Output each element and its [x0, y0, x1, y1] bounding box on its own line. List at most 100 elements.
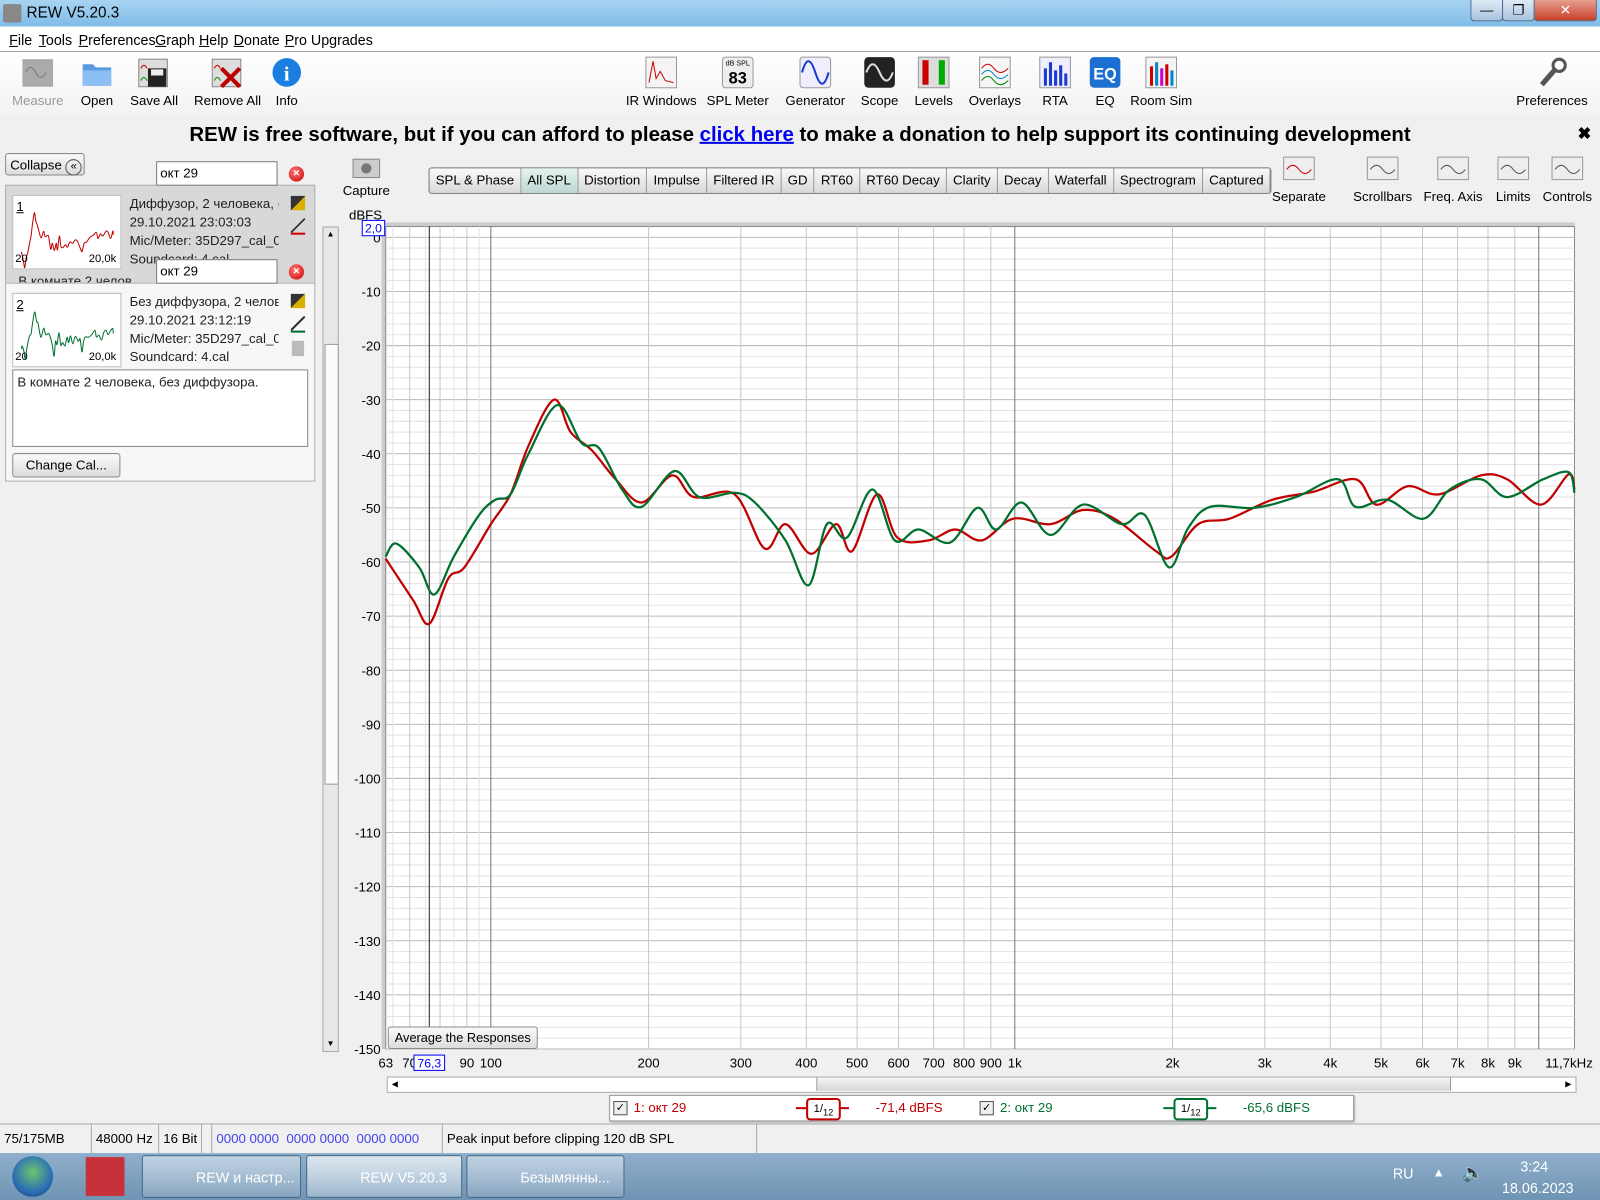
x-tick-label: 9k	[1508, 1055, 1522, 1070]
tab-clarity[interactable]: Clarity	[947, 168, 998, 193]
collapse-button[interactable]: Collapse «	[5, 153, 85, 176]
camera-icon	[352, 158, 381, 179]
save-measurement-1-icon[interactable]	[290, 195, 306, 211]
tab-rt60-decay[interactable]: RT60 Decay	[860, 168, 947, 193]
donate-link[interactable]: click here	[700, 123, 794, 145]
remove-measurement-2-icon[interactable]: ×	[288, 264, 305, 280]
y-tick-label: -10	[361, 285, 380, 300]
scroll-left-icon[interactable]: ◀	[388, 1078, 402, 1092]
eq-icon: EQ	[1089, 57, 1121, 88]
scroll-down-icon[interactable]: ▼	[323, 1037, 337, 1051]
close-button[interactable]: ✕	[1533, 0, 1597, 22]
tray-expand-icon[interactable]: ▲	[1433, 1165, 1445, 1179]
edit-color-1-icon[interactable]	[290, 218, 306, 235]
y-tick-label: -150	[354, 1042, 381, 1057]
measurement-1-date: 29.10.2021 23:03:03	[129, 214, 252, 230]
info-icon: i	[272, 58, 302, 87]
x-tick-label: 2k	[1166, 1055, 1180, 1070]
banner-close-icon[interactable]: ✖	[1578, 119, 1592, 150]
x-tick-label: 200	[638, 1055, 660, 1070]
taskbar-item-rew[interactable]: REW V5.20.3	[306, 1155, 463, 1198]
maximize-button[interactable]: ❐	[1502, 0, 1535, 22]
overlays-icon	[979, 56, 1011, 89]
tab-filtered-ir[interactable]: Filtered IR	[707, 168, 782, 193]
change-cal-button[interactable]: Change Cal...	[12, 453, 121, 478]
tab-all-spl[interactable]: All SPL	[521, 168, 579, 193]
tab-impulse[interactable]: Impulse	[647, 168, 708, 193]
legend-1-checkbox[interactable]: ✓	[613, 1101, 628, 1116]
scrollbar-thumb[interactable]	[324, 343, 339, 785]
panel-scrollbar[interactable]: ▲ ▼	[322, 226, 339, 1053]
volume-icon[interactable]: 🔈	[1462, 1163, 1484, 1183]
measurement-2-notes-textarea[interactable]: В комнате 2 человека, без диффузора.	[12, 369, 309, 447]
save-all-button[interactable]: Save All	[113, 56, 195, 108]
measurement-1-name-input[interactable]: окт 29	[156, 161, 278, 186]
clock-time[interactable]: 3:24	[1520, 1158, 1548, 1174]
save-measurement-2-icon[interactable]	[290, 293, 306, 309]
spl-graph[interactable]: 0-10-20-30-40-50-60-70-80-90-100-110-120…	[347, 209, 1600, 1076]
edit-color-2-icon[interactable]	[290, 316, 306, 333]
graph-h-scrollbar[interactable]: ◀ ▶	[386, 1076, 1577, 1093]
measurement-2-soundcard: Soundcard: 4.cal	[129, 348, 230, 365]
minimize-button[interactable]: —	[1470, 0, 1504, 22]
menu-tools[interactable]: Tools	[39, 32, 72, 48]
info-button[interactable]: i Info	[246, 56, 328, 108]
average-responses-button[interactable]: Average the Responses	[387, 1026, 538, 1049]
menu-graph[interactable]: Graph	[155, 32, 195, 48]
preferences-button[interactable]: Preferences	[1511, 56, 1593, 108]
svg-text:i: i	[284, 64, 290, 86]
measurement-2-date: 29.10.2021 23:12:19	[129, 312, 252, 328]
y-tick-label: -140	[354, 988, 381, 1003]
menu-donate[interactable]: Donate	[234, 32, 280, 48]
measurement-card-2[interactable]: 2 20 20,0k Без диффузора, 2 челов 29.10.20…	[5, 282, 316, 482]
tab-rt60[interactable]: RT60	[815, 168, 861, 193]
remove-measurement-1-icon[interactable]: ×	[288, 166, 305, 182]
scope-icon	[864, 57, 895, 88]
legend-2-checkbox[interactable]: ✓	[979, 1101, 994, 1116]
separate-button[interactable]: Separate	[1258, 155, 1340, 204]
sample-rate-status: 48000 Hz	[92, 1124, 160, 1154]
capture-button[interactable]: Capture	[342, 155, 391, 198]
tab-decay[interactable]: Decay	[998, 168, 1049, 193]
pinned-app-icon[interactable]	[85, 1157, 125, 1196]
input-levels-status: 0000 0000 0000 0000 0000 0000	[212, 1124, 443, 1154]
save-all-icon	[138, 58, 168, 88]
start-button[interactable]	[12, 1156, 54, 1197]
room-sim-button[interactable]: Room Sim	[1120, 56, 1202, 108]
measure-icon	[22, 59, 54, 87]
taskbar-item-explorer[interactable]: REW и настр...	[141, 1155, 302, 1198]
ir-windows-button[interactable]: IR Windows	[620, 56, 702, 108]
menu-preferences[interactable]: Preferences	[79, 32, 156, 48]
x-tick-label: 300	[730, 1055, 752, 1070]
tab-waterfall[interactable]: Waterfall	[1049, 168, 1114, 193]
language-indicator[interactable]: RU	[1393, 1165, 1414, 1181]
scroll-right-icon[interactable]: ▶	[1561, 1078, 1575, 1092]
legend-2-smoothing[interactable]: 1/12	[1173, 1097, 1209, 1121]
tab-spectrogram[interactable]: Spectrogram	[1114, 168, 1203, 193]
bit-depth-status: 16 Bit	[159, 1124, 203, 1154]
clock-date[interactable]: 18.06.2023	[1502, 1180, 1574, 1196]
menu-pro-upgrades[interactable]: Pro Upgrades	[285, 32, 373, 48]
y-tick-label: -110	[355, 826, 381, 841]
y-tick-label: -100	[354, 772, 381, 787]
y-tick-label: -20	[361, 339, 380, 354]
ir-windows-icon	[645, 56, 678, 89]
h-scrollbar-thumb[interactable]	[816, 1077, 1452, 1091]
scroll-up-icon[interactable]: ▲	[323, 228, 337, 242]
tab-gd[interactable]: GD	[782, 168, 815, 193]
tab-spl-phase[interactable]: SPL & Phase	[430, 168, 522, 193]
measurement-2-name-input[interactable]: окт 29	[156, 259, 278, 284]
y-tick-label: -60	[361, 555, 380, 570]
menu-help[interactable]: Help	[199, 32, 228, 48]
memory-status: 75/175MB	[0, 1124, 92, 1154]
menu-file[interactable]: File	[9, 32, 32, 48]
status-bar: 75/175MB 48000 Hz 16 Bit 0000 0000 0000 …	[0, 1123, 1600, 1174]
scrollbars-button[interactable]: Scrollbars	[1342, 155, 1424, 204]
document-icon[interactable]	[291, 340, 305, 357]
controls-button[interactable]: Controls	[1527, 155, 1600, 204]
spl-meter-button[interactable]: dB SPL 83 SPL Meter	[697, 56, 779, 108]
tab-distortion[interactable]: Distortion	[578, 168, 648, 193]
taskbar-item-paint[interactable]: Безымянны...	[466, 1155, 625, 1198]
legend-1-smoothing[interactable]: 1/12	[806, 1097, 841, 1121]
generator-icon	[799, 56, 832, 89]
